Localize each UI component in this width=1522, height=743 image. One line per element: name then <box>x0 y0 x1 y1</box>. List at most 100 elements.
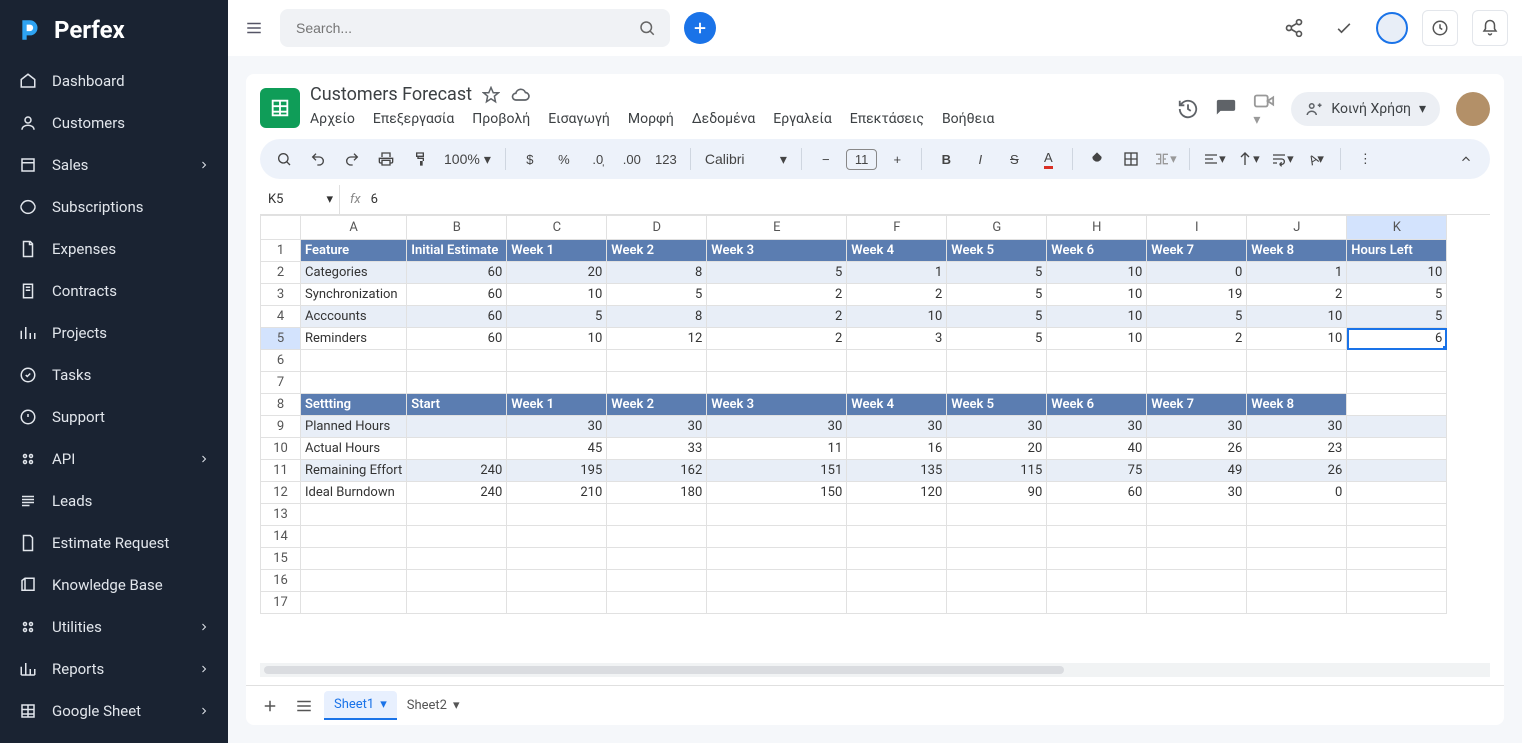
percent-icon[interactable]: % <box>550 145 578 173</box>
share-button[interactable]: Κοινή Χρήση ▾ <box>1291 92 1440 126</box>
bold-icon[interactable]: B <box>932 145 960 173</box>
cell[interactable] <box>1347 460 1447 482</box>
sidebar-item-leads[interactable]: Leads <box>0 480 228 522</box>
cell[interactable] <box>301 592 407 614</box>
cell[interactable]: 115 <box>947 460 1047 482</box>
cell[interactable] <box>1347 372 1447 394</box>
cell[interactable]: 33 <box>607 438 707 460</box>
cell[interactable] <box>1247 372 1347 394</box>
row-header[interactable]: 2 <box>261 262 301 284</box>
row-header[interactable]: 12 <box>261 482 301 504</box>
cell[interactable]: Week 3 <box>707 394 847 416</box>
cell[interactable]: 60 <box>407 262 507 284</box>
cell[interactable] <box>301 548 407 570</box>
cell[interactable]: 5 <box>947 284 1047 306</box>
cell[interactable] <box>847 526 947 548</box>
cell[interactable] <box>1247 526 1347 548</box>
cell[interactable] <box>1347 482 1447 504</box>
row-header[interactable]: 4 <box>261 306 301 328</box>
cell[interactable] <box>1347 350 1447 372</box>
cell[interactable] <box>947 570 1047 592</box>
cell[interactable]: 30 <box>607 416 707 438</box>
cell[interactable] <box>607 504 707 526</box>
col-header-G[interactable]: G <box>947 216 1047 240</box>
cell[interactable]: Acccounts <box>301 306 407 328</box>
borders-icon[interactable] <box>1117 145 1145 173</box>
sheet-tab-Sheet1[interactable]: Sheet1 ▾ <box>324 691 397 720</box>
cell[interactable] <box>1347 592 1447 614</box>
row-header[interactable]: 5 <box>261 328 301 350</box>
cell[interactable] <box>607 372 707 394</box>
cell[interactable] <box>507 592 607 614</box>
cell[interactable]: 180 <box>607 482 707 504</box>
cell[interactable]: 151 <box>707 460 847 482</box>
cell[interactable]: 5 <box>1347 306 1447 328</box>
col-header-A[interactable]: A <box>301 216 407 240</box>
cell[interactable] <box>407 416 507 438</box>
cell[interactable] <box>1347 548 1447 570</box>
cell[interactable] <box>1247 504 1347 526</box>
cell[interactable]: 10 <box>847 306 947 328</box>
merge-cells-icon[interactable]: ▾ <box>1151 145 1179 173</box>
cell[interactable] <box>301 372 407 394</box>
cell[interactable] <box>1347 526 1447 548</box>
cell[interactable]: 26 <box>1247 460 1347 482</box>
doc-title[interactable]: Customers Forecast <box>310 84 472 105</box>
cell[interactable]: 10 <box>507 284 607 306</box>
select-all-corner[interactable] <box>261 216 301 240</box>
col-header-D[interactable]: D <box>607 216 707 240</box>
cell[interactable]: 135 <box>847 460 947 482</box>
cell[interactable]: Week 8 <box>1247 394 1347 416</box>
more-formats-icon[interactable]: 123 <box>652 145 680 173</box>
menu-Αρχείο[interactable]: Αρχείο <box>310 111 355 127</box>
cell[interactable] <box>1147 548 1247 570</box>
cell[interactable] <box>507 570 607 592</box>
text-color-icon[interactable]: A <box>1034 145 1062 173</box>
cell[interactable] <box>407 438 507 460</box>
cell[interactable]: Week 1 <box>507 394 607 416</box>
cell[interactable] <box>507 504 607 526</box>
cell[interactable]: 240 <box>407 482 507 504</box>
increase-font-icon[interactable]: + <box>883 145 911 173</box>
cell[interactable]: 150 <box>707 482 847 504</box>
cell[interactable]: 210 <box>507 482 607 504</box>
cell[interactable]: 2 <box>847 284 947 306</box>
cell[interactable]: Week 4 <box>847 240 947 262</box>
cell[interactable] <box>1347 416 1447 438</box>
sidebar-item-dashboard[interactable]: Dashboard <box>0 60 228 102</box>
cell[interactable]: Feature <box>301 240 407 262</box>
row-header[interactable]: 7 <box>261 372 301 394</box>
sidebar-item-subscriptions[interactable]: Subscriptions <box>0 186 228 228</box>
menu-Επεκτάσεις[interactable]: Επεκτάσεις <box>850 111 924 127</box>
sidebar-item-google-sheet[interactable]: Google Sheet <box>0 690 228 732</box>
cell[interactable]: 5 <box>707 262 847 284</box>
cell[interactable]: 162 <box>607 460 707 482</box>
sidebar-item-sales[interactable]: Sales <box>0 144 228 186</box>
star-icon[interactable] <box>482 86 500 104</box>
cell[interactable] <box>607 526 707 548</box>
cell[interactable]: 49 <box>1147 460 1247 482</box>
row-header[interactable]: 10 <box>261 438 301 460</box>
tool-search-icon[interactable] <box>270 145 298 173</box>
cell[interactable] <box>1247 548 1347 570</box>
cell[interactable]: Settting <box>301 394 407 416</box>
row-header[interactable]: 13 <box>261 504 301 526</box>
cell[interactable]: 5 <box>507 306 607 328</box>
cell[interactable] <box>847 504 947 526</box>
col-header-I[interactable]: I <box>1147 216 1247 240</box>
share-icon[interactable] <box>1276 10 1312 46</box>
cell[interactable]: 60 <box>1047 482 1147 504</box>
sidebar-item-setup[interactable]: Setup <box>0 732 228 743</box>
cell[interactable] <box>1147 526 1247 548</box>
cell[interactable] <box>947 504 1047 526</box>
cell[interactable]: 11 <box>707 438 847 460</box>
all-sheets-icon[interactable] <box>290 692 318 720</box>
cell[interactable]: 195 <box>507 460 607 482</box>
menu-Επεξεργασία[interactable]: Επεξεργασία <box>373 111 454 127</box>
cell[interactable] <box>847 592 947 614</box>
fill-color-icon[interactable] <box>1083 145 1111 173</box>
cell[interactable]: 240 <box>407 460 507 482</box>
halign-icon[interactable]: ▾ <box>1200 145 1228 173</box>
cell[interactable] <box>847 570 947 592</box>
currency-icon[interactable]: $ <box>516 145 544 173</box>
